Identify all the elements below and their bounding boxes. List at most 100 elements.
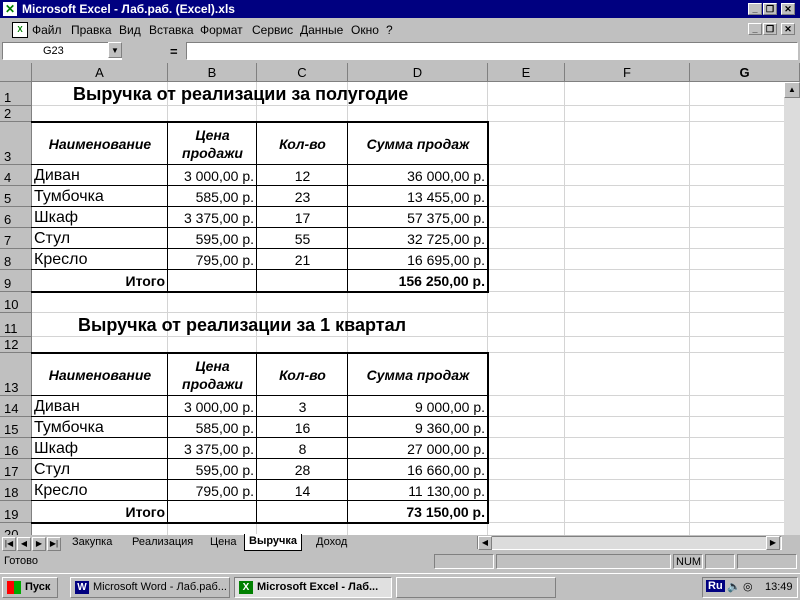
row-header[interactable]: 19 [0, 501, 32, 523]
scroll-up-icon[interactable]: ▲ [784, 82, 800, 98]
table2-cell[interactable]: 16 660,00 р. [348, 459, 488, 480]
doc-minimize-icon[interactable]: _ [748, 23, 762, 35]
row-header[interactable]: 3 [0, 122, 32, 165]
row-header[interactable]: 10 [0, 292, 32, 313]
menu-insert[interactable]: Вставка [149, 23, 194, 37]
table2-cell[interactable]: Стул [32, 459, 168, 480]
table2-cell[interactable]: 9 360,00 р. [348, 417, 488, 438]
table1-total-label[interactable]: Итого [32, 270, 168, 292]
table1-cell[interactable]: 795,00 р. [168, 249, 257, 270]
column-header-g[interactable]: G [690, 63, 800, 82]
table1-cell[interactable]: 595,00 р. [168, 228, 257, 249]
row-header[interactable]: 4 [0, 165, 32, 186]
table1-cell[interactable]: Диван [32, 165, 168, 186]
scroll-left-icon[interactable]: ◀ [478, 536, 492, 550]
doc-restore-icon[interactable]: ❐ [763, 23, 777, 35]
row-header[interactable]: 18 [0, 480, 32, 501]
last-sheet-icon[interactable]: ▶| [47, 537, 61, 551]
table2-cell[interactable]: 595,00 р. [168, 459, 257, 480]
first-sheet-icon[interactable]: |◀ [2, 537, 16, 551]
row-header[interactable]: 12 [0, 337, 32, 353]
row-header[interactable]: 11 [0, 313, 32, 337]
sheet-tab-realizatsiya[interactable]: Реализация [128, 535, 197, 550]
prev-sheet-icon[interactable]: ◀ [17, 537, 31, 551]
table1-cell[interactable]: 57 375,00 р. [348, 207, 488, 228]
table1-cell[interactable]: 32 725,00 р. [348, 228, 488, 249]
taskbar-item-word[interactable]: W Microsoft Word - Лаб.раб... [70, 577, 230, 598]
table2-cell[interactable]: 3 375,00 р. [168, 438, 257, 459]
row-header[interactable]: 7 [0, 228, 32, 249]
table2-cell[interactable]: 11 130,00 р. [348, 480, 488, 501]
sheet-tab-dokhod[interactable]: Доход [312, 535, 351, 550]
row-header[interactable]: 1 [0, 82, 32, 106]
row-header[interactable]: 8 [0, 249, 32, 270]
name-box[interactable]: G23 [2, 42, 122, 60]
menu-window[interactable]: Окно [351, 23, 379, 37]
speaker-icon[interactable]: 🔈 [727, 580, 741, 593]
table1-cell[interactable]: Шкаф [32, 207, 168, 228]
row-header[interactable]: 17 [0, 459, 32, 480]
table2-cell[interactable]: 3 [257, 396, 348, 417]
language-indicator[interactable]: Ru [706, 580, 725, 592]
table2-cell[interactable]: 27 000,00 р. [348, 438, 488, 459]
row-header[interactable]: 14 [0, 396, 32, 417]
column-header-e[interactable]: E [488, 63, 565, 82]
row-header[interactable]: 2 [0, 106, 32, 122]
table2-cell[interactable]: Кресло [32, 480, 168, 501]
vertical-scrollbar[interactable] [784, 82, 800, 535]
minimize-icon[interactable]: _ [748, 3, 762, 15]
table1-cell[interactable]: 3 000,00 р. [168, 165, 257, 186]
table1-cell[interactable]: Тумбочка [32, 186, 168, 207]
row-header[interactable]: 6 [0, 207, 32, 228]
table2-cell[interactable]: 3 000,00 р. [168, 396, 257, 417]
row-header[interactable]: 5 [0, 186, 32, 207]
table1-cell[interactable]: 3 375,00 р. [168, 207, 257, 228]
table2-cell[interactable]: 585,00 р. [168, 417, 257, 438]
column-header-a[interactable]: A [32, 63, 168, 82]
table1-cell[interactable]: 36 000,00 р. [348, 165, 488, 186]
table2-cell[interactable]: 795,00 р. [168, 480, 257, 501]
table2-cell[interactable]: 16 [257, 417, 348, 438]
table1-cell[interactable]: 585,00 р. [168, 186, 257, 207]
select-all-corner[interactable] [0, 63, 32, 82]
chevron-down-icon[interactable]: ▼ [108, 42, 122, 58]
edit-formula-button[interactable]: = [170, 44, 178, 59]
taskbar-item-excel[interactable]: X Microsoft Excel - Лаб... [234, 577, 392, 598]
taskbar-empty-slot[interactable] [396, 577, 556, 598]
row-header[interactable]: 15 [0, 417, 32, 438]
clock[interactable]: 13:49 [765, 581, 793, 593]
sheet-tab-tsena[interactable]: Цена [206, 535, 240, 550]
tray-app-icon[interactable]: ◎ [743, 580, 753, 593]
row-header[interactable]: 9 [0, 270, 32, 292]
table2-cell[interactable]: 8 [257, 438, 348, 459]
row-header[interactable]: 16 [0, 438, 32, 459]
table1-cell[interactable]: 17 [257, 207, 348, 228]
formula-input[interactable] [186, 42, 798, 60]
close-icon[interactable]: ✕ [781, 3, 795, 15]
horizontal-scrollbar[interactable] [477, 536, 782, 550]
menu-help[interactable]: ? [386, 23, 393, 37]
table1-cell[interactable]: Кресло [32, 249, 168, 270]
menu-view[interactable]: Вид [119, 23, 141, 37]
menu-file[interactable]: Файл [32, 23, 62, 37]
column-header-f[interactable]: F [565, 63, 690, 82]
table1-cell[interactable]: 13 455,00 р. [348, 186, 488, 207]
menu-format[interactable]: Формат [200, 23, 243, 37]
table1-cell[interactable]: 21 [257, 249, 348, 270]
table2-cell[interactable]: 28 [257, 459, 348, 480]
table1-cell[interactable]: Стул [32, 228, 168, 249]
table2-cell[interactable]: 9 000,00 р. [348, 396, 488, 417]
restore-icon[interactable]: ❐ [763, 3, 777, 15]
table2-cell[interactable]: 14 [257, 480, 348, 501]
table2-cell[interactable]: Шкаф [32, 438, 168, 459]
menu-data[interactable]: Данные [300, 23, 343, 37]
column-header-c[interactable]: C [257, 63, 348, 82]
sheet-tab-vyruchka[interactable]: Выручка [244, 534, 303, 551]
menu-tools[interactable]: Сервис [252, 23, 293, 37]
sheet-tab-zakupka[interactable]: Закупка [68, 535, 116, 550]
column-header-d[interactable]: D [348, 63, 488, 82]
workbook-icon[interactable]: X [12, 22, 28, 38]
row-header[interactable]: 20 [0, 523, 32, 535]
scroll-right-icon[interactable]: ▶ [766, 536, 780, 550]
table1-cell[interactable]: 55 [257, 228, 348, 249]
